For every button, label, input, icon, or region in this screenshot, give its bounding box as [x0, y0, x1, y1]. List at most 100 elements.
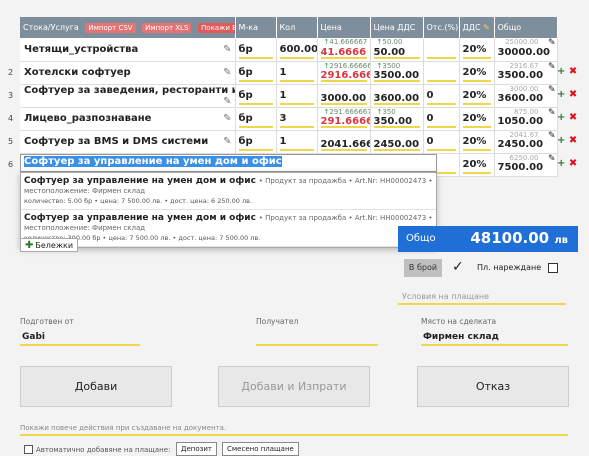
bank-transfer-checkbox[interactable] — [548, 263, 558, 273]
delete-row-icon[interactable]: ✖ — [569, 112, 577, 123]
show-all-button[interactable]: Покажи Всички — [197, 22, 234, 33]
delete-row-icon[interactable]: ✖ — [569, 66, 577, 77]
unit-cell[interactable]: бр — [235, 84, 277, 108]
edit-icon[interactable]: ✎ — [223, 67, 231, 78]
price-vat-cell[interactable]: ↑350 350.00 — [370, 107, 424, 131]
row-actions: + ✖ — [557, 135, 577, 146]
deposit-button[interactable]: Депозит — [176, 442, 217, 456]
header-price: Цена — [317, 17, 371, 38]
discount-cell[interactable] — [423, 38, 460, 62]
discount-cell[interactable]: 0 — [423, 107, 460, 131]
pin-icon[interactable]: ✎ — [548, 85, 556, 95]
vat-cell[interactable]: 20% — [459, 153, 495, 177]
product-search-input[interactable]: Софтуер за управление на умен дом и офис — [20, 154, 437, 172]
table-row: Софтуер за BMS и DMS системи✎бр12041.666… — [20, 130, 558, 154]
total-hint: 6250.00 — [509, 153, 539, 162]
row-number: 2 — [8, 68, 14, 77]
more-actions-link[interactable]: Покажи повече действия при създаване на … — [20, 424, 568, 436]
header-unit: М-ка — [235, 17, 277, 38]
edit-icon[interactable]: ✎ — [223, 113, 231, 124]
product-name-cell[interactable]: Четящи_устройства ✎ — [20, 38, 236, 62]
autocomplete-item[interactable]: Софтуер за управление на умен дом и офис… — [21, 210, 436, 247]
place-label: Място на сделката — [421, 317, 497, 326]
discount-cell[interactable]: 0 — [423, 84, 460, 108]
price-vat-cell[interactable]: ↑50.00 50.00 — [370, 38, 424, 62]
qty-cell[interactable]: 600.00 — [276, 38, 318, 62]
place-input[interactable]: Фирмен склад — [421, 330, 568, 346]
vat-cell[interactable]: 20% — [459, 84, 495, 108]
table-row: Хотелски софтуер✎бр1↑2916.6666672916.666… — [20, 61, 558, 85]
add-send-button[interactable]: Добави и Изпрати — [218, 366, 370, 407]
header-total: Общо — [494, 17, 558, 38]
product-name-cell[interactable]: Хотелски софтуер ✎ — [20, 61, 236, 85]
price-vat-hint: ↑50.00 — [376, 38, 403, 46]
pin-icon[interactable]: ✎ — [548, 62, 556, 72]
price-hint: ↑2916.666667 — [323, 61, 370, 70]
edit-icon[interactable]: ✎ — [223, 44, 231, 55]
vat-cell[interactable]: 20% — [459, 130, 495, 154]
discount-cell[interactable] — [423, 61, 460, 85]
unit-cell[interactable]: бр — [235, 38, 277, 62]
qty-cell[interactable]: 1 — [276, 130, 318, 154]
total-value: 48100.00 — [470, 229, 550, 247]
price-vat-cell[interactable]: 3600.00 — [370, 84, 424, 108]
delete-row-icon[interactable]: ✖ — [569, 158, 577, 169]
table-row: Софтуер за заведения, ресторанти и магаз… — [20, 84, 558, 108]
total-hint: 2916.67 — [509, 61, 539, 70]
add-row-icon[interactable]: + — [557, 158, 565, 169]
cancel-button[interactable]: Отказ — [417, 366, 569, 407]
delete-row-icon[interactable]: ✖ — [569, 135, 577, 146]
add-row-icon[interactable]: + — [557, 66, 565, 77]
unit-cell[interactable]: бр — [235, 107, 277, 131]
vat-cell[interactable]: 20% — [459, 61, 495, 85]
pin-icon[interactable]: ✎ — [548, 154, 556, 164]
cash-payment-button[interactable]: В брой — [404, 259, 442, 277]
edit-icon[interactable]: ✎ — [223, 96, 231, 107]
product-name-cell[interactable]: Софтуер за BMS и DMS системи ✎ — [20, 130, 236, 154]
row-actions: + ✖ — [557, 66, 577, 77]
price-cell[interactable]: 3000.00 — [317, 84, 371, 108]
price-cell[interactable]: ↑291.666667 291.6666 — [317, 107, 371, 131]
table-row: Лицево_разпознаване ✎ бр 3 ↑291.666667 291.66… — [20, 107, 558, 131]
row-actions: + ✖ — [557, 158, 577, 169]
price-cell[interactable]: 2041.6666 — [317, 130, 371, 154]
price-cell[interactable]: ↑2916.6666672916.6666 — [317, 61, 371, 85]
total-cell: 2916.67 3500.00 ✎ — [494, 61, 558, 85]
vat-cell[interactable]: 20% — [459, 38, 495, 62]
add-button[interactable]: Добави — [20, 366, 172, 407]
total-cell: 25000.00 30000.00 ✎ — [494, 38, 558, 62]
pin-icon[interactable]: ✎ — [548, 38, 556, 48]
product-name-cell[interactable]: Лицево_разпознаване ✎ — [20, 107, 236, 131]
import-csv-button[interactable]: Импорт CSV — [85, 22, 136, 33]
prepared-by-input[interactable]: Gabi — [20, 330, 140, 346]
notes-button[interactable]: ✚ Бележки — [20, 238, 79, 252]
autocomplete-item[interactable]: Софтуер за управление на умен дом и офис… — [21, 173, 436, 210]
qty-cell[interactable]: 1 — [276, 61, 318, 85]
price-vat-cell[interactable]: 2450.00 — [370, 130, 424, 154]
unit-cell[interactable]: бр — [235, 130, 277, 154]
qty-cell[interactable]: 3 — [276, 107, 318, 131]
import-xls-button[interactable]: Импорт XLS — [142, 22, 192, 33]
header-vat: ДДС ✎ — [459, 17, 495, 38]
discount-cell[interactable]: 0 — [423, 130, 460, 154]
mixed-payment-button[interactable]: Смесено плащане — [222, 442, 299, 456]
qty-cell[interactable]: 1 — [276, 84, 318, 108]
price-vat-cell[interactable]: ↑3500 3500.00 — [370, 61, 424, 85]
cash-check-icon[interactable]: ✓ — [452, 259, 464, 275]
add-row-icon[interactable]: + — [557, 135, 565, 146]
pin-icon[interactable]: ✎ — [548, 108, 556, 118]
unit-cell[interactable]: бр — [235, 61, 277, 85]
payment-terms-input[interactable]: Условия на плащане — [398, 289, 566, 305]
delete-row-icon[interactable]: ✖ — [569, 89, 577, 100]
price-cell[interactable]: ↑41.666667 41.6666 — [317, 38, 371, 62]
edit-icon[interactable]: ✎ — [223, 136, 231, 147]
auto-payment-checkbox[interactable] — [24, 445, 33, 454]
receiver-input[interactable] — [256, 330, 378, 346]
vat-cell[interactable]: 20% — [459, 107, 495, 131]
row-number: 3 — [8, 91, 14, 100]
pin-icon[interactable]: ✎ — [548, 131, 556, 141]
total-hint: 3000.00 — [509, 84, 539, 93]
add-row-icon[interactable]: + — [557, 89, 565, 100]
product-name-cell[interactable]: Софтуер за заведения, ресторанти и магаз… — [20, 84, 236, 108]
add-row-icon[interactable]: + — [557, 112, 565, 123]
